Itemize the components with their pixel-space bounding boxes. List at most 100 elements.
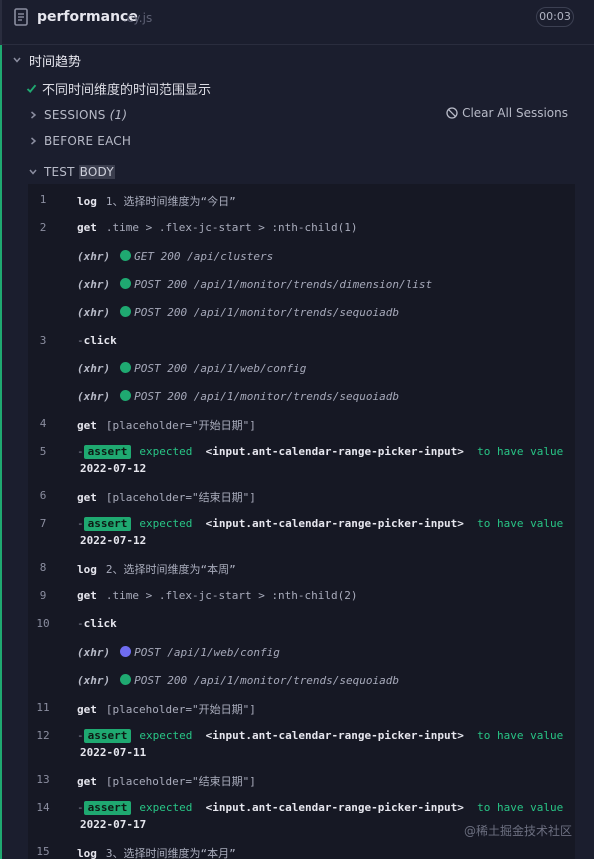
command-row[interactable]: 1 log 1、选择时间维度为“今日”	[28, 186, 575, 212]
assert-verb: to have value	[477, 801, 564, 814]
cypress-runner: performance .cy.js 00:03 时间趋势 不同时间维度的时间范…	[0, 0, 594, 859]
suite-title: 时间趋势	[29, 54, 82, 70]
assert-value: 2022-07-12	[80, 462, 147, 475]
xhr-label: (xhr)	[77, 278, 111, 291]
chevron-down-icon	[13, 57, 21, 63]
command-name: log	[77, 563, 97, 576]
chevron-right-icon	[31, 137, 37, 145]
assert-row[interactable]: 12 - assert expected <input.ant-calendar-r…	[28, 722, 575, 760]
xhr-label: (xhr)	[77, 674, 111, 687]
document-icon	[14, 8, 28, 26]
xhr-route: POST 200 /api/1/monitor/trends/dimension…	[134, 278, 433, 291]
header-rail	[0, 0, 2, 44]
command-message: 3、选择时间维度为“本月”	[105, 847, 236, 859]
command-number: 7	[39, 517, 47, 530]
child-dash: -	[77, 617, 84, 630]
chevron-right-icon	[31, 111, 37, 119]
command-row[interactable]: 8 log 2、选择时间维度为“本周”	[28, 554, 575, 580]
command-row[interactable]: 11 get [placeholder="开始日期"]	[28, 694, 575, 720]
assert-badge: assert	[83, 517, 132, 531]
command-body: log 3、选择时间维度为“本月”	[77, 845, 236, 859]
xhr-label: (xhr)	[77, 390, 111, 403]
xhr-route: POST 200 /api/1/monitor/trends/sequoiadb	[134, 674, 400, 687]
command-body: get .time > .flex-jc-start > :nth-child(2…	[77, 589, 358, 602]
assert-row[interactable]: 5 - assert expected <input.ant-calendar-ra…	[28, 438, 575, 476]
test-row[interactable]: 不同时间维度的时间范围显示	[26, 80, 211, 98]
command-name: get	[77, 589, 97, 602]
command-body: log 2、选择时间维度为“本周”	[77, 561, 236, 577]
status-dot-icon	[120, 250, 132, 261]
xhr-row[interactable]: (xhr) POST 200 /api/1/monitor/trends/sequ…	[28, 299, 575, 325]
command-row[interactable]: 2 get .time > .flex-jc-start > :nth-child…	[28, 214, 575, 240]
assert-value: 2022-07-11	[80, 746, 147, 759]
xhr-row[interactable]: (xhr) POST /api/1/web/config	[28, 639, 575, 665]
xhr-label: (xhr)	[77, 250, 111, 263]
xhr-route: POST 200 /api/1/monitor/trends/sequoiadb	[134, 306, 400, 319]
command-row[interactable]: 15 log 3、选择时间维度为“本月”	[28, 838, 575, 859]
command-name: get	[77, 419, 97, 432]
chevron-down-icon	[29, 169, 37, 175]
assert-badge: assert	[83, 729, 132, 743]
assert-subject: <input.ant-calendar-range-picker-input>	[205, 729, 464, 742]
assert-verb: to have value	[477, 729, 564, 742]
xhr-label: (xhr)	[77, 306, 111, 319]
command-row[interactable]: 10 -click	[28, 610, 575, 636]
sessions-count: (1)	[109, 108, 128, 122]
child-dash: -	[77, 445, 84, 458]
command-body: - assert expected <input.ant-calendar-rang…	[77, 445, 563, 459]
sessions-section[interactable]: SESSIONS (1)	[28, 107, 127, 123]
command-body: (xhr) POST 200 /api/1/web/config	[77, 362, 306, 375]
check-icon	[26, 84, 37, 93]
xhr-row[interactable]: (xhr) POST 200 /api/1/web/config	[28, 355, 575, 381]
assert-expected: expected	[139, 729, 193, 742]
status-dot-icon	[120, 674, 132, 685]
xhr-row[interactable]: (xhr) POST 200 /api/1/monitor/trends/dime…	[28, 271, 575, 297]
command-message: 1、选择时间维度为“今日”	[105, 195, 236, 208]
assert-subject: <input.ant-calendar-range-picker-input>	[205, 517, 464, 530]
assert-row[interactable]: 7 - assert expected <input.ant-calendar-ra…	[28, 510, 575, 548]
command-body: (xhr) POST 200 /api/1/monitor/trends/sequ…	[77, 390, 399, 403]
test-body-section[interactable]: TEST BODY	[28, 164, 115, 180]
xhr-row[interactable]: (xhr) POST 200 /api/1/monitor/trends/sequ…	[28, 383, 575, 409]
command-number: 2	[39, 221, 47, 234]
command-body: (xhr) POST 200 /api/1/monitor/trends/sequ…	[77, 674, 399, 687]
prohibit-icon	[446, 107, 458, 119]
assert-verb: to have value	[477, 445, 564, 458]
xhr-label: (xhr)	[77, 646, 111, 659]
command-message: [placeholder="开始日期"]	[105, 703, 256, 716]
before-each-section[interactable]: BEFORE EACH	[28, 133, 131, 149]
command-number: 12	[36, 729, 50, 742]
duration-badge: 00:03	[536, 7, 574, 27]
command-name: get	[77, 775, 97, 788]
command-number: 14	[36, 801, 50, 814]
clear-all-sessions-button[interactable]: Clear All Sessions	[446, 106, 568, 120]
command-row[interactable]: 6 get [placeholder="结束日期"]	[28, 482, 575, 508]
command-message: [placeholder="结束日期"]	[105, 775, 256, 788]
pass-status-rail	[0, 45, 2, 859]
command-row[interactable]: 4 get [placeholder="开始日期"]	[28, 410, 575, 436]
pending-dot-icon	[120, 646, 132, 657]
command-number: 10	[36, 617, 50, 630]
status-dot-icon	[120, 362, 132, 373]
command-name: log	[77, 847, 97, 859]
command-number: 6	[39, 489, 47, 502]
command-row[interactable]: 3 -click	[28, 327, 575, 353]
xhr-row[interactable]: (xhr) GET 200 /api/clusters	[28, 243, 575, 269]
command-number: 3	[39, 334, 47, 347]
command-body: -click	[77, 334, 126, 347]
child-dash: -	[77, 334, 84, 347]
command-message: [placeholder="开始日期"]	[105, 419, 256, 432]
command-number: 8	[39, 561, 47, 574]
assert-expected: expected	[139, 801, 193, 814]
spec-header: performance .cy.js 00:03	[0, 0, 594, 36]
command-row[interactable]: 13 get [placeholder="结束日期"]	[28, 766, 575, 792]
xhr-row[interactable]: (xhr) POST 200 /api/1/monitor/trends/sequ…	[28, 667, 575, 693]
command-message: .time > .flex-jc-start > :nth-child(1)	[105, 221, 358, 234]
command-name: click	[83, 334, 117, 347]
command-name: click	[83, 617, 117, 630]
command-message: .time > .flex-jc-start > :nth-child(2)	[105, 589, 358, 602]
suite-row[interactable]: 时间趋势	[12, 52, 82, 70]
assert-subject: <input.ant-calendar-range-picker-input>	[205, 445, 464, 458]
command-row[interactable]: 9 get .time > .flex-jc-start > :nth-child…	[28, 582, 575, 608]
command-body: - assert expected <input.ant-calendar-rang…	[77, 729, 563, 743]
